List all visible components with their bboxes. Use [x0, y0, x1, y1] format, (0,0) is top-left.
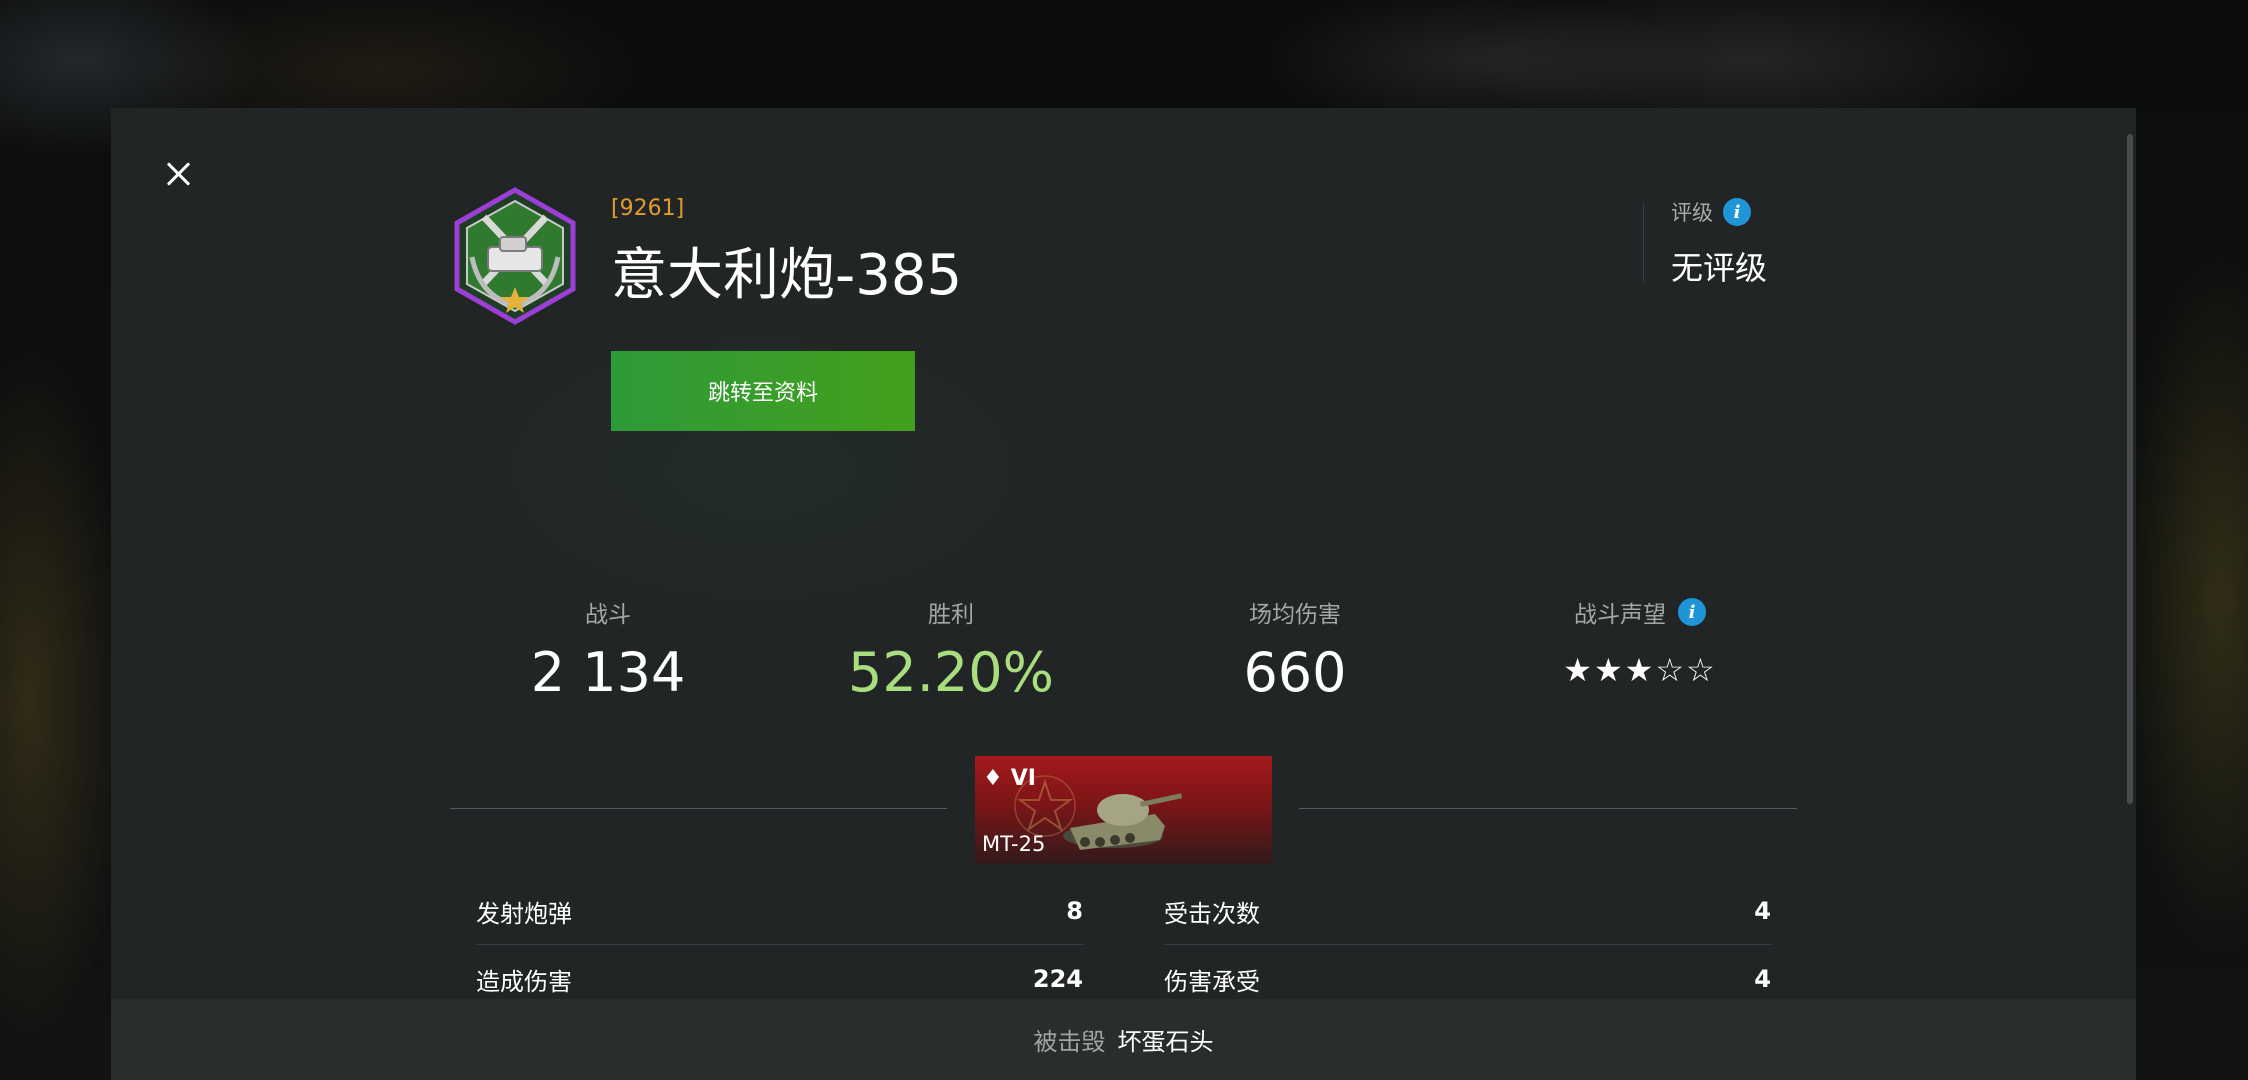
stat-label-group: 战斗声望 i	[1490, 595, 1790, 629]
detail-label: 造成伤害	[476, 967, 572, 996]
destroyed-by-name[interactable]: 坏蛋石头	[1118, 1022, 1214, 1057]
rating-label-group: 评级 i	[1671, 197, 1751, 227]
tank-card: ♦ VI MT-25	[975, 756, 1272, 864]
detail-value: 4	[1754, 897, 1771, 925]
stat-victories: 胜利 52.20%	[801, 595, 1101, 704]
rating-label: 评级	[1671, 201, 1713, 225]
detail-value: 4	[1754, 965, 1771, 993]
detail-value: 8	[1066, 897, 1083, 925]
stat-value: 52.20%	[848, 641, 1054, 704]
tank-name: MT-25	[982, 832, 1046, 856]
detail-row: 发射炮弹 8	[476, 878, 1083, 944]
info-icon[interactable]: i	[1723, 198, 1751, 226]
tank-tier-value: VI	[1010, 766, 1036, 791]
player-info-panel	[111, 108, 2136, 1080]
destroyed-by-label: 被击毁	[1033, 1028, 1106, 1056]
divider	[1643, 203, 1644, 283]
scrollbar[interactable]	[2127, 134, 2133, 804]
detail-label: 受击次数	[1164, 899, 1260, 928]
stat-label: 胜利	[928, 602, 974, 628]
row-divider	[1164, 944, 1771, 945]
reputation-stars: ★★★☆☆	[1563, 651, 1717, 689]
stat-value: 2 134	[530, 641, 686, 704]
close-icon[interactable]	[158, 155, 198, 195]
player-name: 意大利炮-385	[611, 243, 963, 308]
stat-label: 战斗	[585, 602, 631, 628]
detail-label: 伤害承受	[1164, 967, 1260, 996]
stat-battles: 战斗 2 134	[458, 595, 758, 704]
clan-emblem-icon	[454, 187, 576, 325]
tank-tier: ♦ VI	[983, 766, 1036, 791]
diamond-icon: ♦	[983, 766, 1003, 791]
detail-row: 受击次数 4	[1164, 878, 1771, 944]
rating-value: 无评级	[1671, 249, 1768, 287]
go-to-profile-button[interactable]: 跳转至资料	[611, 351, 915, 431]
stat-label: 场均伤害	[1249, 602, 1341, 628]
detail-label: 发射炮弹	[476, 899, 572, 928]
destroyed-by-bar: 被击毁 坏蛋石头	[111, 999, 2136, 1080]
stat-value: 660	[1243, 641, 1347, 704]
stat-reputation: 战斗声望 i ★★★☆☆	[1490, 595, 1790, 689]
detail-value: 224	[1032, 965, 1083, 993]
row-divider	[476, 944, 1083, 945]
info-icon[interactable]: i	[1678, 598, 1706, 626]
divider	[1299, 808, 1797, 809]
stat-label: 战斗声望	[1574, 602, 1666, 628]
clan-tag: [9261]	[611, 196, 685, 221]
divider	[450, 808, 947, 809]
stat-avg-damage: 场均伤害 660	[1145, 595, 1445, 704]
